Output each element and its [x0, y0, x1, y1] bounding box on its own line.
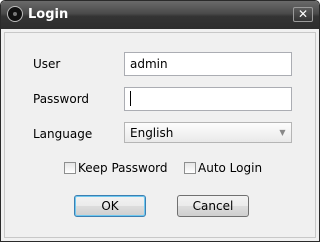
- dropdown-arrow-icon[interactable]: ▼: [274, 123, 291, 142]
- password-input[interactable]: [124, 87, 292, 111]
- close-button[interactable]: ✕: [293, 7, 313, 22]
- window-title: Login: [28, 7, 69, 22]
- auto-login-checkbox[interactable]: [184, 162, 196, 174]
- app-icon: [7, 6, 23, 22]
- title-bar[interactable]: Login ✕: [1, 1, 319, 29]
- cancel-button[interactable]: Cancel: [177, 195, 249, 217]
- login-dialog: Login ✕ User Password Language English ▼…: [0, 0, 320, 242]
- user-input[interactable]: [124, 52, 292, 76]
- language-label: Language: [33, 127, 93, 141]
- auto-login-label[interactable]: Auto Login: [198, 161, 262, 175]
- keep-password-label[interactable]: Keep Password: [78, 161, 168, 175]
- text-caret: [130, 91, 131, 106]
- language-select[interactable]: English ▼: [124, 122, 292, 143]
- language-select-value: English: [130, 126, 174, 140]
- keep-password-checkbox[interactable]: [64, 162, 76, 174]
- password-label: Password: [33, 92, 90, 106]
- ok-button[interactable]: OK: [74, 195, 146, 217]
- user-label: User: [33, 57, 61, 71]
- close-icon: ✕: [297, 7, 309, 21]
